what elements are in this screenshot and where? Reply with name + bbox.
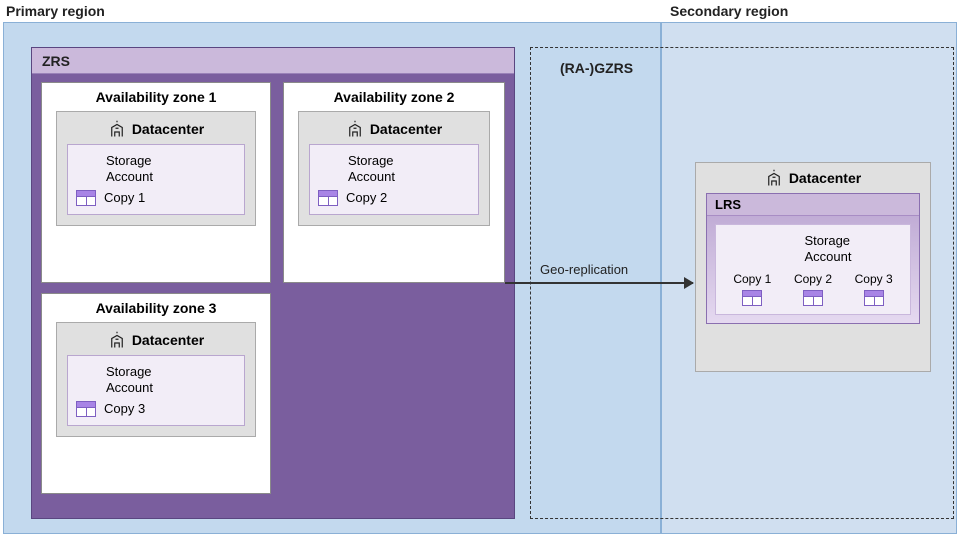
datacenter-label: Datacenter: [789, 170, 861, 186]
secondary-copy-3: Copy 3: [855, 272, 893, 306]
zrs-label: ZRS: [32, 48, 514, 74]
az2-datacenter: Datacenter Storage Account Copy 2: [298, 111, 490, 226]
storage-account-label: Storage Account: [805, 233, 852, 264]
az3-title: Availability zone 3: [42, 294, 270, 322]
availability-zone-1: Availability zone 1 Datacenter Storage A…: [41, 82, 271, 283]
az1-copy-label: Copy 1: [104, 190, 145, 206]
datacenter-icon: [108, 120, 126, 138]
copy-icon: [742, 290, 762, 306]
datacenter-label: Datacenter: [370, 121, 442, 137]
geo-replication-arrow: [505, 282, 693, 284]
availability-zone-2: Availability zone 2 Datacenter Storage A…: [283, 82, 505, 283]
storage-icon: [775, 240, 797, 258]
az3-datacenter: Datacenter Storage Account Copy 3: [56, 322, 256, 437]
az3-copy-label: Copy 3: [104, 401, 145, 417]
az1-datacenter: Datacenter Storage Account Copy 1: [56, 111, 256, 226]
datacenter-icon: [108, 331, 126, 349]
datacenter-icon: [346, 120, 364, 138]
storage-icon: [76, 160, 98, 178]
lrs-container: LRS Storage Account Copy 1 Copy 2 Copy 3: [706, 193, 920, 324]
primary-region-label: Primary region: [6, 3, 105, 19]
geo-replication-label: Geo-replication: [540, 262, 628, 277]
availability-zone-3: Availability zone 3 Datacenter Storage A…: [41, 293, 271, 494]
az1-storage-account: Storage Account Copy 1: [67, 144, 245, 215]
az2-title: Availability zone 2: [284, 83, 504, 111]
lrs-label: LRS: [707, 194, 919, 216]
secondary-datacenter: Datacenter LRS Storage Account Copy 1 Co…: [695, 162, 931, 372]
storage-account-label: Storage Account: [348, 153, 395, 184]
copy-icon: [318, 190, 338, 206]
datacenter-icon: [765, 169, 783, 187]
storage-account-label: Storage Account: [106, 364, 153, 395]
copy-icon: [803, 290, 823, 306]
lrs-storage-account: Storage Account Copy 1 Copy 2 Copy 3: [715, 224, 911, 315]
storage-account-label: Storage Account: [106, 153, 153, 184]
datacenter-label: Datacenter: [132, 332, 204, 348]
az1-title: Availability zone 1: [42, 83, 270, 111]
secondary-copy-2: Copy 2: [794, 272, 832, 306]
secondary-copy-1: Copy 1: [733, 272, 771, 306]
copy-icon: [76, 401, 96, 417]
copy-icon: [864, 290, 884, 306]
az2-copy-label: Copy 2: [346, 190, 387, 206]
gzrs-label: (RA-)GZRS: [560, 60, 633, 76]
copy-icon: [76, 190, 96, 206]
az3-storage-account: Storage Account Copy 3: [67, 355, 245, 426]
storage-icon: [318, 160, 340, 178]
datacenter-label: Datacenter: [132, 121, 204, 137]
storage-icon: [76, 371, 98, 389]
secondary-region-label: Secondary region: [670, 3, 788, 19]
az2-storage-account: Storage Account Copy 2: [309, 144, 479, 215]
